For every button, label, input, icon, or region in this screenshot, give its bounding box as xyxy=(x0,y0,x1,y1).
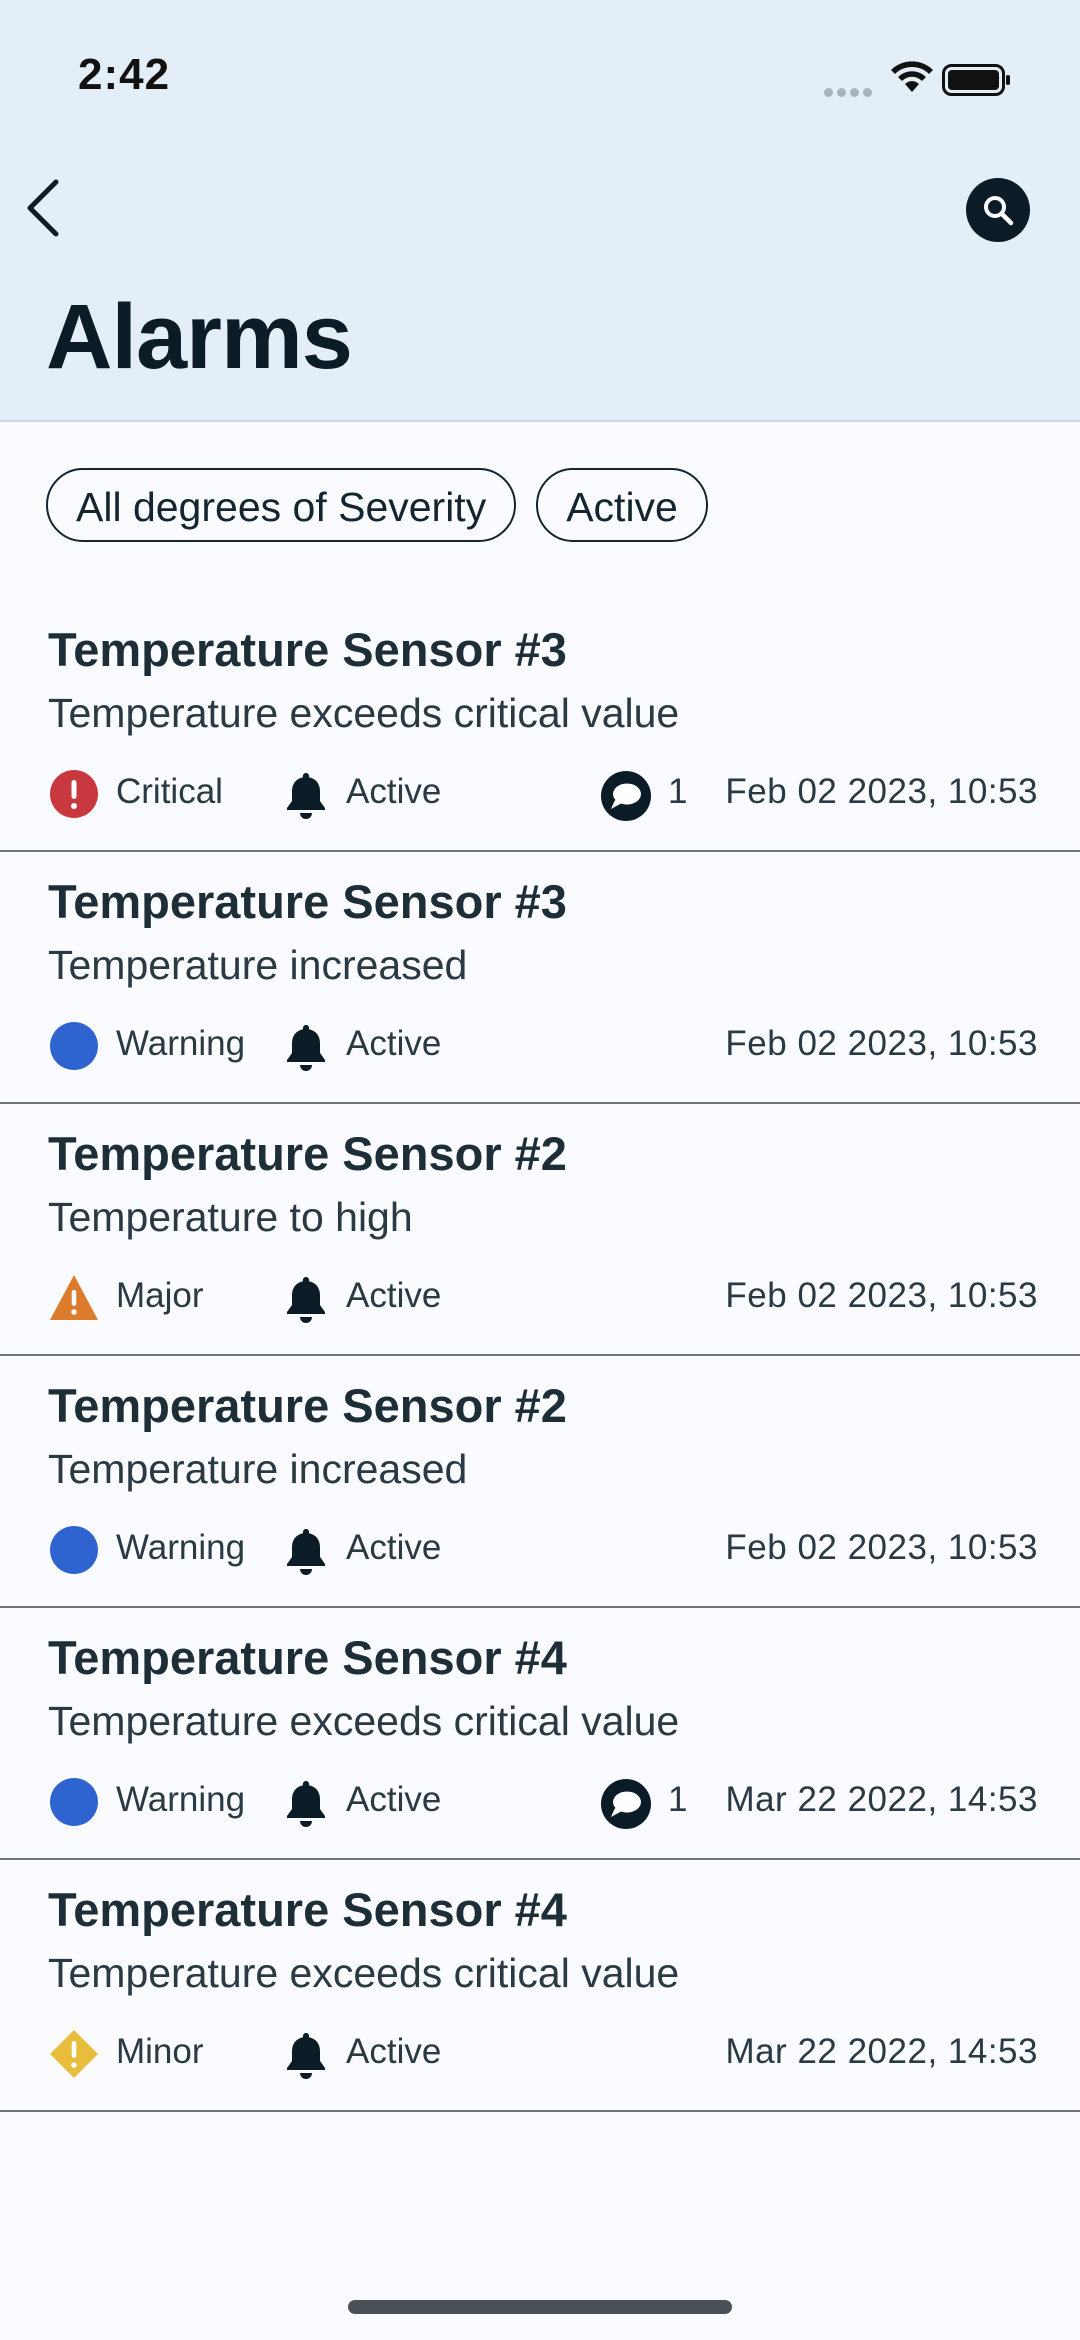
alarm-title: Temperature Sensor #2 xyxy=(48,1127,567,1180)
major-icon xyxy=(48,1272,100,1324)
alarm-meta: Minor Active Mar 22 2022, 14:53 xyxy=(48,2024,1038,2084)
alarm-meta: Warning Active Feb 02 2023, 10:53 xyxy=(48,1016,1038,1076)
alarm-description: Temperature exceeds critical value xyxy=(48,1698,680,1744)
status-time: 2:42 xyxy=(78,50,171,99)
alarm-row[interactable]: Temperature Sensor #2 Temperature to high… xyxy=(0,1104,1080,1356)
bell-icon xyxy=(282,1022,330,1072)
alarm-description: Temperature exceeds critical value xyxy=(48,690,680,736)
bell-icon xyxy=(282,2030,330,2080)
cellular-signal-icon xyxy=(824,84,876,102)
minor-icon xyxy=(48,2028,100,2080)
alarm-title: Temperature Sensor #2 xyxy=(48,1379,567,1432)
severity-label: Minor xyxy=(116,2032,204,2071)
status-label: Active xyxy=(346,2032,442,2071)
alarm-timestamp: Mar 22 2022, 14:53 xyxy=(725,1780,1038,1819)
comment-icon xyxy=(600,770,652,822)
alarm-title: Temperature Sensor #4 xyxy=(48,1883,567,1936)
alarm-timestamp: Feb 02 2023, 10:53 xyxy=(725,772,1038,811)
status-label: Active xyxy=(346,1528,442,1567)
comment-count: 1 xyxy=(668,1780,688,1819)
alarm-title: Temperature Sensor #3 xyxy=(48,623,567,676)
severity-label: Critical xyxy=(116,772,223,811)
alarm-row[interactable]: Temperature Sensor #4 Temperature exceeds… xyxy=(0,1860,1080,2112)
search-button[interactable] xyxy=(966,178,1030,242)
alarm-title: Temperature Sensor #3 xyxy=(48,875,567,928)
warning-icon xyxy=(48,1524,100,1576)
status-label: Active xyxy=(346,1780,442,1819)
status-label: Active xyxy=(346,772,442,811)
wifi-icon xyxy=(891,61,933,92)
alarm-timestamp: Mar 22 2022, 14:53 xyxy=(725,2032,1038,2071)
warning-icon xyxy=(48,1776,100,1828)
alarm-list: Temperature Sensor #3 Temperature exceeds… xyxy=(0,600,1080,2112)
alarm-title: Temperature Sensor #4 xyxy=(48,1631,567,1684)
header: 2:42 Alarms xyxy=(0,0,1080,422)
status-label: Active xyxy=(346,1024,442,1063)
alarm-description: Temperature increased xyxy=(48,1446,468,1492)
bell-icon xyxy=(282,770,330,820)
home-indicator xyxy=(348,2300,732,2314)
bell-icon xyxy=(282,1778,330,1828)
chevron-left-icon xyxy=(27,179,59,237)
alarm-description: Temperature to high xyxy=(48,1194,413,1240)
alarm-row[interactable]: Temperature Sensor #2 Temperature increas… xyxy=(0,1356,1080,1608)
alarm-row[interactable]: Temperature Sensor #3 Temperature exceeds… xyxy=(0,600,1080,852)
severity-label: Warning xyxy=(116,1780,246,1819)
alarm-description: Temperature exceeds critical value xyxy=(48,1950,680,1996)
status-icons xyxy=(824,60,1044,97)
alarm-meta: Warning Active Feb 02 2023, 10:53 xyxy=(48,1520,1038,1580)
bell-icon xyxy=(282,1526,330,1576)
warning-icon xyxy=(48,1020,100,1072)
severity-label: Warning xyxy=(116,1528,246,1567)
severity-filter-chip[interactable]: All degrees of Severity xyxy=(46,468,517,542)
filter-chips: All degrees of Severity Active xyxy=(46,468,728,542)
status-filter-chip[interactable]: Active xyxy=(536,468,708,542)
comment-count: 1 xyxy=(668,772,688,811)
back-button[interactable] xyxy=(18,174,68,242)
bell-icon xyxy=(282,1274,330,1324)
alarm-row[interactable]: Temperature Sensor #4 Temperature exceeds… xyxy=(0,1608,1080,1860)
alarm-timestamp: Feb 02 2023, 10:53 xyxy=(725,1276,1038,1315)
comment-icon xyxy=(600,1778,652,1830)
alarm-row[interactable]: Temperature Sensor #3 Temperature increas… xyxy=(0,852,1080,1104)
alarm-meta: Major Active Feb 02 2023, 10:53 xyxy=(48,1268,1038,1328)
alarm-description: Temperature increased xyxy=(48,942,468,988)
alarm-meta: Warning Active 1 Mar 22 2022, 14:53 xyxy=(48,1772,1038,1832)
page-title: Alarms xyxy=(46,286,353,388)
battery-icon xyxy=(942,64,1010,96)
search-icon xyxy=(984,196,1014,226)
alarm-timestamp: Feb 02 2023, 10:53 xyxy=(725,1024,1038,1063)
alarm-timestamp: Feb 02 2023, 10:53 xyxy=(725,1528,1038,1567)
severity-label: Warning xyxy=(116,1024,246,1063)
status-label: Active xyxy=(346,1276,442,1315)
alarm-meta: Critical Active 1 Feb 02 2023, 10:53 xyxy=(48,764,1038,824)
severity-label: Major xyxy=(116,1276,204,1315)
critical-icon xyxy=(48,768,100,820)
